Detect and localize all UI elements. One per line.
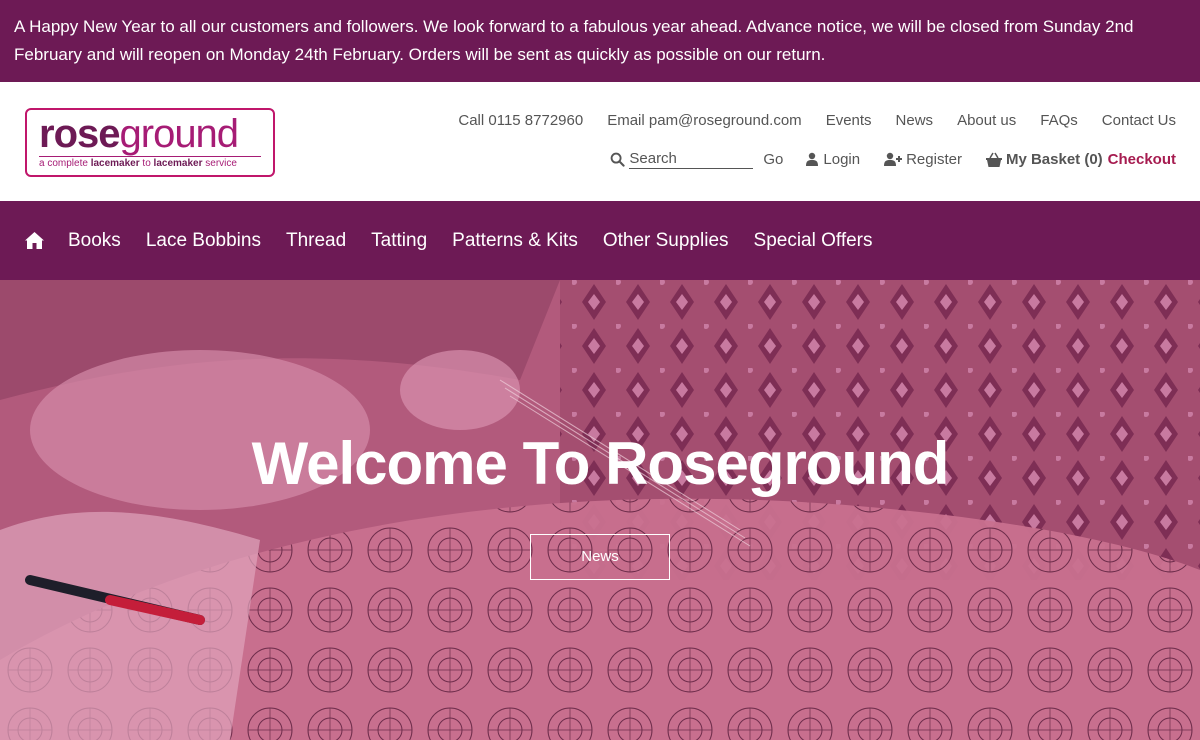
register-link[interactable]: Register bbox=[884, 151, 962, 168]
nav-lace-bobbins[interactable]: Lace Bobbins bbox=[146, 230, 261, 252]
utility-row: Go Login Register My Basket (0) Checkout bbox=[610, 148, 1176, 170]
home-icon[interactable] bbox=[25, 232, 44, 249]
nav-special-offers[interactable]: Special Offers bbox=[754, 230, 873, 252]
contact-link[interactable]: Contact Us bbox=[1102, 112, 1176, 129]
phone-link[interactable]: Call 0115 8772960 bbox=[458, 112, 583, 129]
site-header: roseground a complete lacemaker to lacem… bbox=[0, 82, 1200, 201]
register-label: Register bbox=[906, 150, 962, 168]
nav-patterns-kits[interactable]: Patterns & Kits bbox=[452, 230, 578, 252]
login-label: Login bbox=[823, 150, 861, 168]
logo-rule bbox=[39, 156, 261, 157]
email-link[interactable]: Email pam@roseground.com bbox=[607, 112, 801, 129]
hero-news-button[interactable]: News bbox=[530, 534, 670, 580]
logo-tagline: a complete lacemaker to lacemaker servic… bbox=[39, 158, 237, 169]
events-link[interactable]: Events bbox=[826, 112, 872, 129]
announcement-bar: A Happy New Year to all our customers an… bbox=[0, 0, 1200, 82]
basket-label: My Basket (0) bbox=[1005, 150, 1103, 168]
hero-banner: Welcome To Roseground News bbox=[0, 280, 1200, 740]
search-icon bbox=[611, 152, 625, 167]
news-link[interactable]: News bbox=[896, 112, 934, 129]
faqs-link[interactable]: FAQs bbox=[1040, 112, 1078, 129]
search-input[interactable] bbox=[629, 149, 754, 169]
nav-books[interactable]: Books bbox=[68, 230, 121, 252]
top-links: Call 0115 8772960 Email pam@roseground.c… bbox=[434, 112, 1176, 129]
nav-tatting[interactable]: Tatting bbox=[371, 230, 427, 252]
announcement-text: A Happy New Year to all our customers an… bbox=[14, 17, 1134, 64]
search-go-button[interactable]: Go bbox=[763, 151, 783, 168]
user-plus-icon bbox=[884, 152, 903, 166]
user-icon bbox=[806, 152, 819, 166]
basket-link[interactable]: My Basket (0) bbox=[985, 150, 1103, 168]
nav-other-supplies[interactable]: Other Supplies bbox=[603, 230, 729, 252]
search-form bbox=[610, 149, 754, 169]
login-link[interactable]: Login bbox=[805, 151, 860, 168]
nav-thread[interactable]: Thread bbox=[286, 230, 346, 252]
checkout-link[interactable]: Checkout bbox=[1108, 151, 1176, 168]
main-nav: Books Lace Bobbins Thread Tatting Patter… bbox=[0, 201, 1200, 280]
about-link[interactable]: About us bbox=[957, 112, 1016, 129]
basket-icon bbox=[985, 152, 1002, 167]
logo-wordmark: roseground bbox=[39, 112, 239, 156]
site-logo[interactable]: roseground a complete lacemaker to lacem… bbox=[25, 108, 275, 177]
hero-title: Welcome To Roseground bbox=[251, 430, 950, 497]
hero-background-image bbox=[0, 280, 1200, 740]
